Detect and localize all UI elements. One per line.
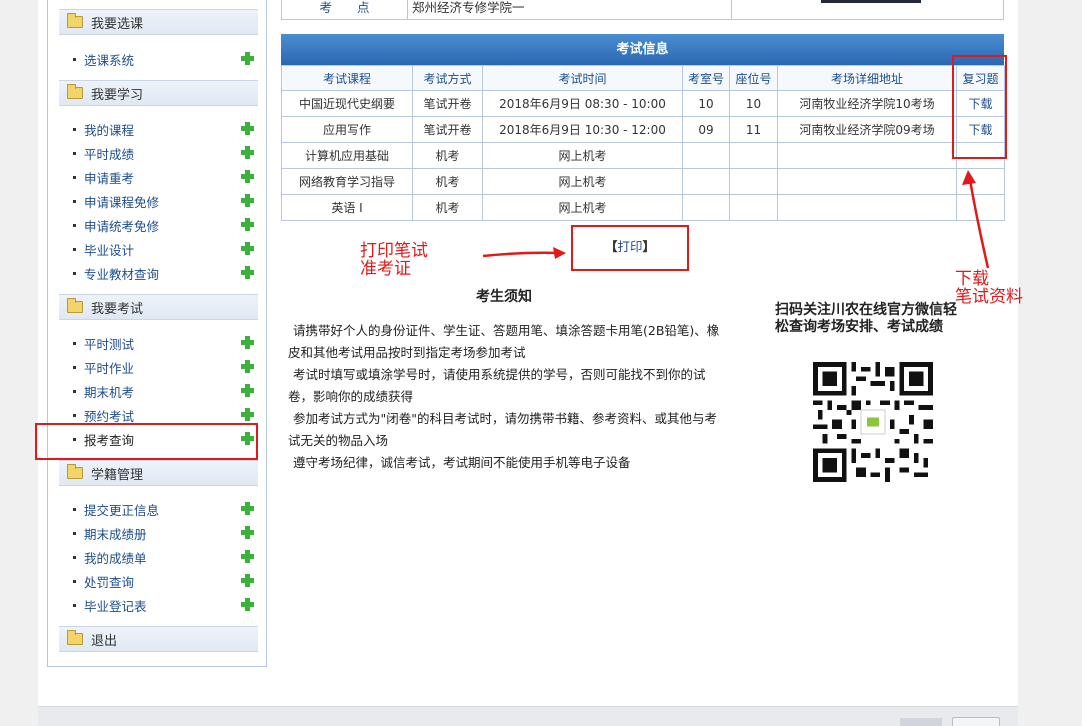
- arrow-to-download: [968, 179, 990, 269]
- notice-line: 遵守考场纪律，诚信考试，考试期间不能使用手机等电子设备: [293, 455, 631, 470]
- notice-line: 考试时填写或填涂学号时，请使用系统提供的学号，否则可能找不到你的试卷，影响你的成…: [288, 367, 706, 404]
- notice-line: 参加考试方式为"闭卷"的科目考试时，请勿携带书籍、参考资料、或其他与考试无关的物…: [288, 411, 718, 448]
- notice-body: 请携带好个人的身份证件、学生证、答题用笔、填涂答题卡用笔(2B铅笔)、橡皮和其他…: [288, 320, 728, 474]
- qr-code-icon: [813, 362, 933, 482]
- qr-caption: 扫码关注川农在线官方微信轻松查询考场安排、考试成绩: [775, 302, 957, 335]
- bottom-bar-text: [900, 718, 942, 726]
- arrow-head-print: [553, 247, 566, 259]
- bottom-bar-button[interactable]: [952, 717, 1000, 726]
- notice-title: 考生须知: [476, 289, 532, 305]
- arrow-to-print: [482, 251, 561, 258]
- notice-line: 请携带好个人的身份证件、学生证、答题用笔、填涂答题卡用笔(2B铅笔)、橡皮和其他…: [288, 323, 720, 360]
- bottom-bar: [38, 706, 1018, 726]
- arrow-head-download: [962, 170, 976, 185]
